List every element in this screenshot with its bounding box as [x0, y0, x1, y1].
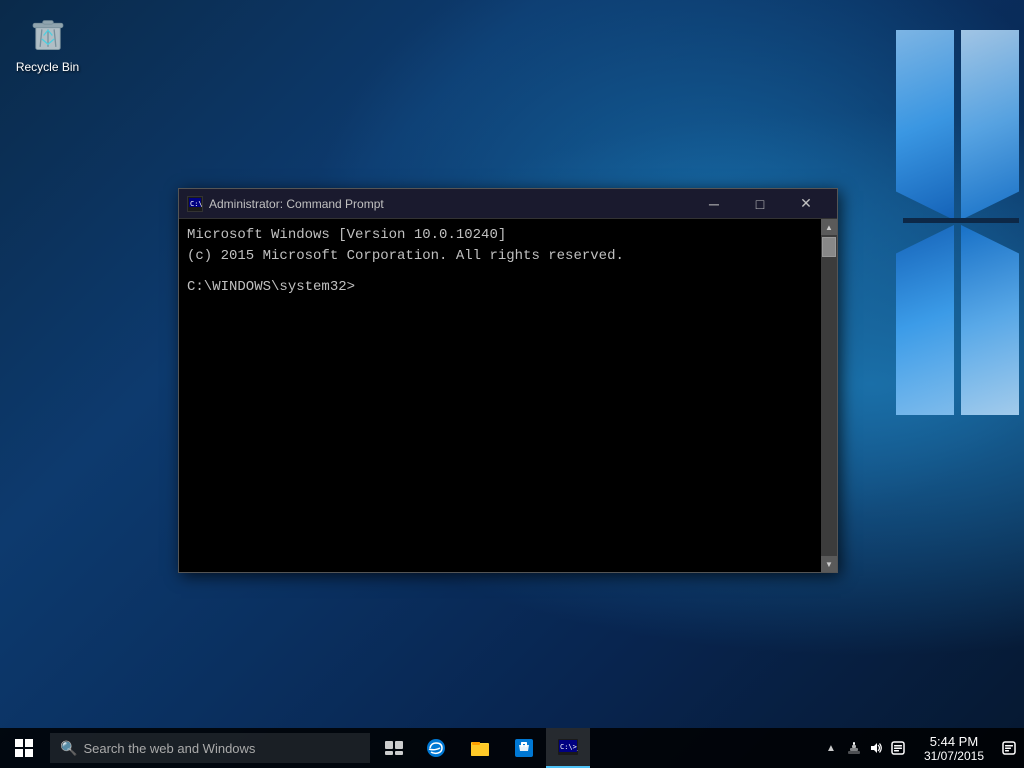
taskbar-file-explorer-button[interactable] [458, 728, 502, 768]
notification-tray-icon[interactable] [890, 740, 906, 756]
scroll-down-button[interactable]: ▼ [821, 556, 837, 572]
show-hidden-icons-button[interactable]: ▲ [822, 743, 840, 754]
svg-text:C:\: C:\ [190, 200, 202, 208]
cmd-window: C:\ Administrator: Command Prompt ─ □ ✕ … [178, 188, 838, 573]
taskbar-store-button[interactable] [502, 728, 546, 768]
cmd-icon-svg: C:\ [188, 197, 202, 211]
windows-start-icon [15, 739, 33, 757]
search-placeholder-text: Search the web and Windows [83, 741, 255, 756]
volume-tray-icon[interactable] [868, 740, 884, 756]
edge-icon [426, 738, 446, 758]
windows-logo-pane-tr [961, 30, 1019, 220]
task-view-icon [385, 741, 403, 755]
cmd-prompt: C:\WINDOWS\system32> [187, 277, 813, 298]
windows-logo-divider [903, 218, 1019, 223]
store-icon [514, 738, 534, 758]
cmd-taskbar-icon: C:\>_ [558, 739, 578, 755]
notification-area: ▲ [814, 740, 914, 756]
cmd-title-text: Administrator: Command Prompt [209, 197, 691, 211]
file-explorer-icon [470, 738, 490, 758]
desktop: Recycle Bin C:\ Administrator: Command P… [0, 0, 1024, 768]
recycle-bin-icon[interactable]: Recycle Bin [10, 8, 85, 74]
recycle-bin-graphic [24, 8, 72, 56]
minimize-button[interactable]: ─ [691, 189, 737, 219]
cmd-content[interactable]: Microsoft Windows [Version 10.0.10240] (… [179, 219, 821, 572]
taskbar: 🔍 Search the web and Windows [0, 728, 1024, 768]
cmd-controls: ─ □ ✕ [691, 189, 829, 219]
taskbar-edge-button[interactable] [414, 728, 458, 768]
cmd-titlebar-icon: C:\ [187, 196, 203, 212]
task-view-button[interactable] [374, 728, 414, 768]
network-tray-icon[interactable] [846, 740, 862, 756]
cmd-body: Microsoft Windows [Version 10.0.10240] (… [179, 219, 837, 572]
volume-icon [869, 741, 883, 755]
maximize-button[interactable]: □ [737, 189, 783, 219]
taskbar-cmd-button[interactable]: C:\>_ [546, 728, 590, 768]
recycle-bin-svg [27, 11, 69, 53]
cmd-line2: (c) 2015 Microsoft Corporation. All righ… [187, 246, 813, 267]
taskbar-right: ▲ [814, 728, 1024, 768]
cmd-scrollbar: ▲ ▼ [821, 219, 837, 572]
start-button[interactable] [0, 728, 48, 768]
windows-logo-pane-tl [896, 30, 954, 220]
search-box[interactable]: 🔍 Search the web and Windows [50, 733, 370, 763]
search-icon: 🔍 [60, 740, 77, 757]
windows-logo-pane-br [961, 225, 1019, 415]
clock-date: 31/07/2015 [924, 749, 984, 763]
notification-icon [891, 741, 905, 755]
cmd-titlebar: C:\ Administrator: Command Prompt ─ □ ✕ [179, 189, 837, 219]
scroll-thumb[interactable] [822, 237, 836, 257]
close-button[interactable]: ✕ [783, 189, 829, 219]
action-center-button[interactable] [994, 728, 1024, 768]
windows-logo-pane-bl [896, 225, 954, 415]
network-icon [847, 741, 861, 755]
scroll-up-button[interactable]: ▲ [821, 219, 837, 235]
recycle-bin-label: Recycle Bin [10, 60, 85, 74]
cmd-line1: Microsoft Windows [Version 10.0.10240] [187, 225, 813, 246]
clock-time: 5:44 PM [930, 734, 978, 749]
svg-text:C:\>_: C:\>_ [560, 743, 578, 751]
action-center-icon [1002, 741, 1016, 755]
clock-area[interactable]: 5:44 PM 31/07/2015 [914, 728, 994, 768]
